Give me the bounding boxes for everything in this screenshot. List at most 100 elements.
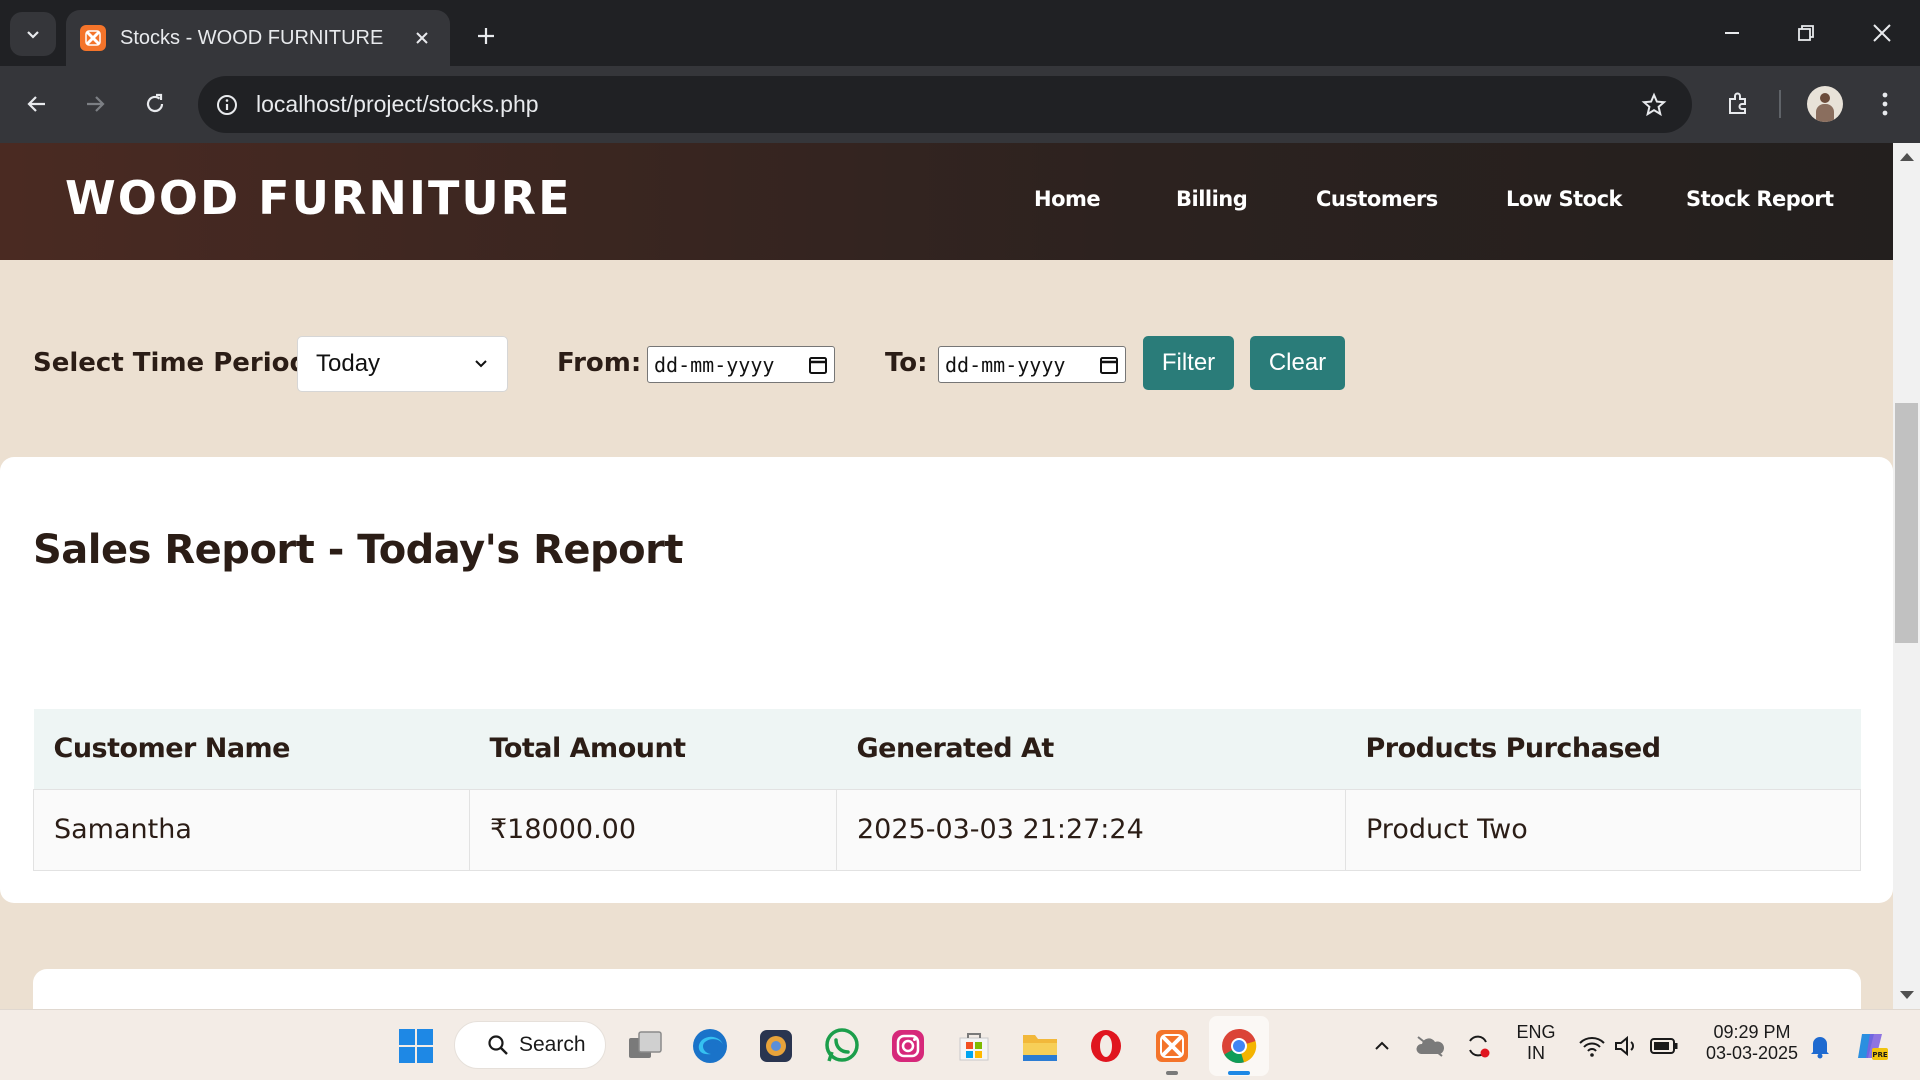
calendar-icon[interactable] <box>1099 355 1119 375</box>
chrome-icon[interactable] <box>1219 1026 1259 1066</box>
to-date-input[interactable]: dd-mm-yyyy <box>938 346 1126 383</box>
edge-browser-icon[interactable] <box>690 1026 730 1066</box>
browser-tab[interactable]: Stocks - WOOD FURNITURE <box>66 10 450 66</box>
profile-avatar[interactable] <box>1807 86 1843 122</box>
notifications-bell-icon[interactable] <box>1800 1026 1840 1066</box>
language-indicator[interactable]: ENG IN <box>1500 1022 1572 1064</box>
cell-total-amount: ₹18000.00 <box>469 788 837 871</box>
plus-icon <box>478 28 494 44</box>
restore-button[interactable] <box>1776 10 1836 56</box>
volume-icon[interactable] <box>1606 1026 1646 1066</box>
new-tab-button[interactable] <box>466 16 506 56</box>
to-label: To: <box>885 348 928 378</box>
report-title: Sales Report - Today's Report <box>33 527 684 573</box>
column-header-products-purchased: Products Purchased <box>1345 709 1861 790</box>
taskbar-search-label: Search <box>519 1033 586 1056</box>
close-tab-icon[interactable] <box>408 24 436 52</box>
region-label: IN <box>1527 1043 1545 1063</box>
column-header-customer-name: Customer Name <box>33 709 470 790</box>
site-header: WOOD FURNITURE Home Billing Customers Lo… <box>0 143 1893 260</box>
toolbar-divider <box>1779 90 1781 118</box>
tab-title: Stocks - WOOD FURNITURE <box>120 26 384 49</box>
chevron-down-icon <box>27 31 39 39</box>
sales-report-card: Sales Report - Today's Report Customer N… <box>0 457 1893 903</box>
chevron-down-icon <box>475 360 487 368</box>
nav-low-stock[interactable]: Low Stock <box>1506 187 1623 211</box>
period-select-value: Today <box>316 350 381 377</box>
period-select[interactable]: Today <box>297 336 508 392</box>
back-button[interactable] <box>17 84 57 124</box>
filter-bar: Select Time Period: Today From: dd-mm-yy… <box>0 336 1893 392</box>
clear-button[interactable]: Clear <box>1250 336 1345 390</box>
next-report-card <box>33 969 1861 1009</box>
scroll-up-arrow[interactable] <box>1900 153 1914 161</box>
scroll-down-arrow[interactable] <box>1900 991 1914 999</box>
address-url: localhost/project/stocks.php <box>256 91 539 117</box>
xampp-running-indicator <box>1166 1071 1178 1075</box>
task-view-icon[interactable] <box>625 1026 665 1066</box>
instagram-icon[interactable] <box>888 1026 928 1066</box>
from-date-input[interactable]: dd-mm-yyyy <box>647 346 835 383</box>
close-icon <box>1873 24 1891 42</box>
tab-search-button[interactable] <box>10 12 56 56</box>
scroll-thumb[interactable] <box>1895 403 1918 643</box>
clock-time: 09:29 PM <box>1713 1022 1791 1042</box>
onedrive-icon[interactable] <box>1410 1026 1450 1066</box>
bookmark-star-icon[interactable] <box>1634 85 1674 125</box>
taskbar-search[interactable]: Search <box>454 1021 606 1069</box>
forward-button[interactable] <box>75 84 115 124</box>
site-info-icon[interactable] <box>212 90 242 120</box>
show-hidden-icons-chevron-icon[interactable] <box>1362 1026 1402 1066</box>
filter-button[interactable]: Filter <box>1143 336 1234 390</box>
arrow-left-icon <box>27 96 45 112</box>
copilot-badge: PRE <box>1872 1051 1888 1059</box>
sync-status-icon[interactable] <box>1458 1026 1498 1066</box>
from-label: From: <box>557 348 642 378</box>
sales-report-table: Customer Name Total Amount Generated At … <box>33 709 1861 871</box>
reload-icon <box>146 93 164 113</box>
close-window-button[interactable] <box>1852 10 1912 56</box>
cell-customer-name: Samantha <box>33 788 470 871</box>
file-explorer-icon[interactable] <box>1020 1026 1060 1066</box>
cell-products-purchased: Product Two <box>1345 788 1861 871</box>
copilot-icon[interactable]: PRE <box>1852 1026 1892 1066</box>
calendar-icon[interactable] <box>808 355 828 375</box>
browser-toolbar: localhost/project/stocks.php <box>0 66 1920 143</box>
photos-app-icon[interactable] <box>756 1026 796 1066</box>
reload-button[interactable] <box>135 84 175 124</box>
site-brand[interactable]: WOOD FURNITURE <box>65 171 572 225</box>
microsoft-store-icon[interactable] <box>954 1026 994 1066</box>
browser-menu-icon[interactable] <box>1865 84 1905 124</box>
clock-date: 03-03-2025 <box>1705 1043 1799 1063</box>
table-row: Samantha ₹18000.00 2025-03-03 21:27:24 P… <box>33 788 1861 871</box>
whatsapp-icon[interactable] <box>822 1026 862 1066</box>
minimize-button[interactable] <box>1702 10 1762 56</box>
period-label: Select Time Period: <box>33 348 319 378</box>
address-bar[interactable]: localhost/project/stocks.php <box>198 76 1692 133</box>
battery-icon[interactable] <box>1644 1026 1684 1066</box>
windows-taskbar: Search ENG IN 09:29 PM 03-03-2025 PRE <box>0 1009 1920 1080</box>
clock[interactable]: 09:29 PM 03-03-2025 <box>1692 1022 1812 1064</box>
column-header-generated-at: Generated At <box>836 709 1346 790</box>
minimize-icon <box>1725 32 1739 34</box>
opera-icon[interactable] <box>1086 1026 1126 1066</box>
page-viewport: WOOD FURNITURE Home Billing Customers Lo… <box>0 143 1893 1009</box>
xampp-taskbar-icon[interactable] <box>1152 1026 1192 1066</box>
nav-home[interactable]: Home <box>1034 187 1101 211</box>
language-label: ENG <box>1516 1022 1556 1042</box>
extensions-icon[interactable] <box>1718 84 1758 124</box>
column-header-total-amount: Total Amount <box>469 709 837 790</box>
nav-billing[interactable]: Billing <box>1176 187 1248 211</box>
nav-customers[interactable]: Customers <box>1316 187 1438 211</box>
windows-start-icon[interactable] <box>396 1026 436 1066</box>
nav-stock-report[interactable]: Stock Report <box>1686 187 1834 211</box>
cell-generated-at: 2025-03-03 21:27:24 <box>836 788 1346 871</box>
arrow-right-icon <box>87 96 105 112</box>
search-icon <box>488 1035 508 1055</box>
browser-tab-bar: Stocks - WOOD FURNITURE <box>0 0 1920 66</box>
table-header-row: Customer Name Total Amount Generated At … <box>33 709 1861 790</box>
restore-icon <box>1798 25 1814 41</box>
to-date-placeholder: dd-mm-yyyy <box>945 352 1066 377</box>
from-date-placeholder: dd-mm-yyyy <box>654 352 775 377</box>
page-scrollbar[interactable] <box>1893 143 1920 1009</box>
